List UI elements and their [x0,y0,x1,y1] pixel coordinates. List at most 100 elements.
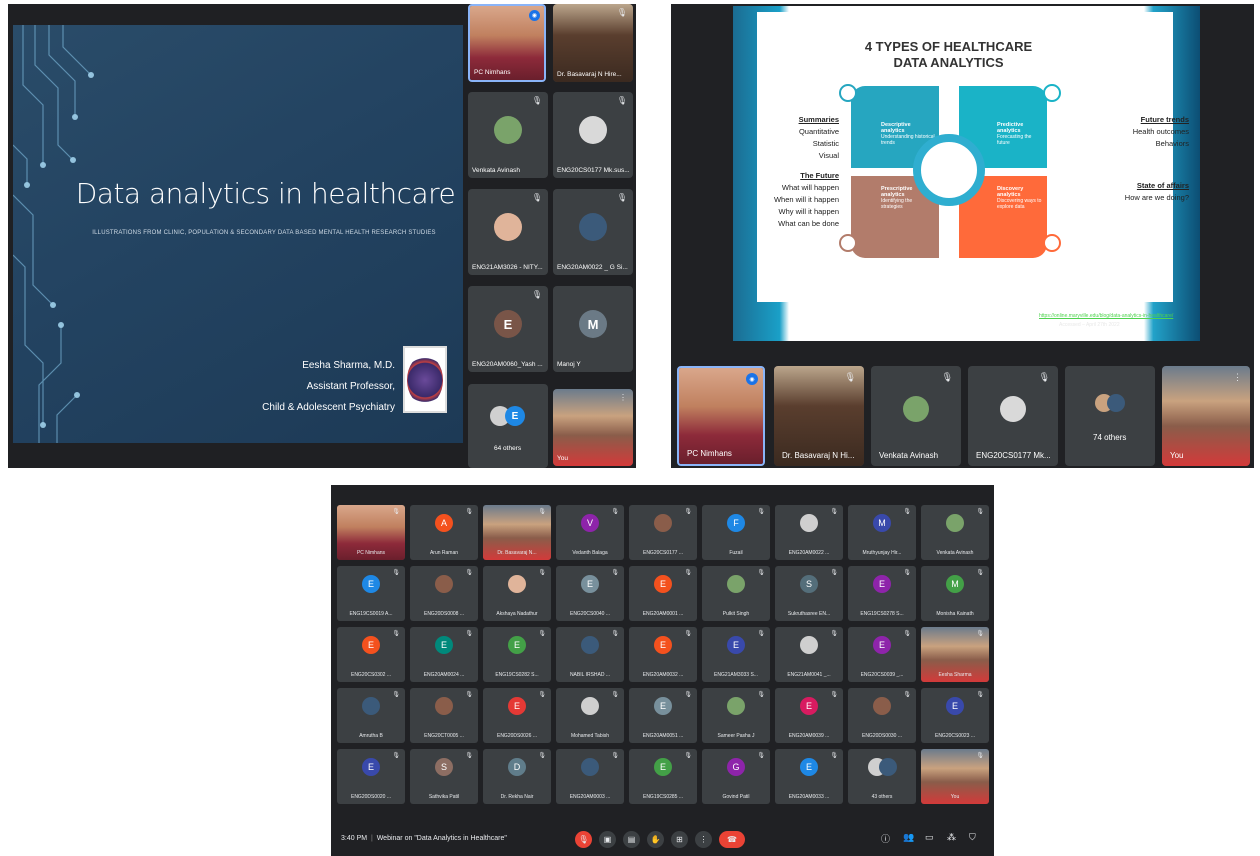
participant-tile[interactable]: 🎙 Venkata Avinash [921,505,989,560]
participant-tile[interactable]: E 🎙 ENG20CS0302 ... [337,627,405,682]
participant-tile[interactable]: ◉ PC Nimhans [677,366,765,466]
participant-tile[interactable]: 🎙 Sameer Pasha J [702,688,770,743]
participant-tile[interactable]: E 🎙 ENG19CS0019 A... [337,566,405,621]
participant-tile[interactable]: 🎙 Akshaya Nadathur [483,566,551,621]
participant-tile[interactable]: G 🎙 Govind Patil [702,749,770,804]
avatar [494,213,522,241]
participant-tile[interactable]: 🎙 Dr. Basavaraj N Hi... [774,366,864,466]
participant-tile[interactable]: ◉ PC Nimhans [468,4,546,82]
participant-name: ENG20AM0033 ... [788,794,830,800]
avatar: V [581,514,599,532]
participant-tile[interactable]: 🎙 Dr. Basavaraj N Hire... [553,4,633,82]
camera-toggle-button[interactable]: ▣ [599,831,616,848]
participant-tile[interactable]: D 🎙 Dr. Rekha Nair [483,749,551,804]
more-options-icon[interactable]: ⋮ [1233,372,1242,383]
participant-name: Venkata Avinash [472,167,520,174]
participant-name: You [950,794,960,800]
participant-name: PC Nimhans [474,69,511,76]
author-name: Eesha Sharma, M.D. [302,360,395,371]
eye-icon [1043,234,1061,252]
participant-tile[interactable]: E 🎙 ENG20AM0051 ... [629,688,697,743]
participant-name: ENG20CS0039 _... [860,672,904,678]
participant-tile[interactable]: 🎙 ENG21AM3026 - NITY... [468,189,548,275]
participant-tile[interactable]: 🎙 ENG20AM0022 _ G Si... [553,189,633,275]
participant-tile[interactable]: 🎙 ENG20AM0003 ... [556,749,624,804]
mic-off-icon: 🎙 [538,631,546,637]
participant-tile[interactable]: S 🎙 Sukruthasree EN... [775,566,843,621]
participant-tile[interactable]: V 🎙 Vedanth Balaga [556,505,624,560]
participant-tile[interactable]: 🎙 E ENG20AM0060_Yash ... [468,286,548,372]
participant-name: Amrutha B [359,733,383,739]
avatar: E [362,575,380,593]
participant-tile[interactable]: 🎙 ENG20CT0005 ... [410,688,478,743]
participant-name: Mruthyunjay Hir... [862,550,902,556]
participant-tile[interactable]: 🎙 Eesha Sharma [921,627,989,682]
info-icon[interactable]: ⓘ [881,832,890,845]
participant-tile[interactable]: 🎙 ENG20DS0030 ... [848,688,916,743]
participant-tile[interactable]: S 🎙 Sathvika Patil [410,749,478,804]
participant-tile[interactable]: E 🎙 ENG20DS0026 ... [483,688,551,743]
present-button[interactable]: ⊞ [671,831,688,848]
participant-tile[interactable]: 🎙 You [921,749,989,804]
participant-tile[interactable]: A 🎙 Arun Raman [410,505,478,560]
participant-tile[interactable]: 🎙 ENG20CS0177 Mk.sus... [553,92,633,178]
participant-tile[interactable]: 43 others [848,749,916,804]
people-icon[interactable]: 👥 [903,832,914,843]
mic-off-icon: 🎙 [684,692,692,698]
participant-tile[interactable]: 🎙 ENG20DS0008 ... [410,566,478,621]
participant-tile[interactable]: 🎙 ENG20CS0177 Mk... [968,366,1058,466]
participant-name: ENG20CS0040 ... [569,611,611,617]
participant-tile[interactable]: 🎙 PC Nimhans [337,505,405,560]
raise-hand-button[interactable]: ✋ [647,831,664,848]
participant-tile[interactable]: F 🎙 Fuzail [702,505,770,560]
participant-tile[interactable]: 🎙 Venkata Avinash [468,92,548,178]
participant-tile[interactable]: E 🎙 ENG19CS0285 ... [629,749,697,804]
participant-tile[interactable]: E 🎙 ENG20CS0039 _... [848,627,916,682]
captions-button[interactable]: ▤ [623,831,640,848]
participant-tile[interactable]: 🎙 ENG21AM0041 _... [775,627,843,682]
participant-tile[interactable]: E 🎙 ENG21AM3033 S... [702,627,770,682]
participant-tile[interactable]: 🎙 NABIL IRSHAD ... [556,627,624,682]
others-tile[interactable]: 74 others [1065,366,1155,466]
participant-tile[interactable]: E 🎙 ENG20CS0023 ... [921,688,989,743]
others-tile[interactable]: E 64 others [468,384,548,468]
self-tile[interactable]: ⋮ You [1162,366,1250,466]
participant-tile[interactable]: 🎙 Pulkit Singh [702,566,770,621]
participant-tile[interactable]: E 🎙 ENG19CS0282 S... [483,627,551,682]
host-controls-icon[interactable]: ⛉ [969,832,976,843]
participant-name: Sameer Pasha J [717,733,755,739]
others-count: 74 others [1093,433,1127,442]
leave-call-button[interactable]: ☎ [719,831,745,848]
mic-off-icon: 🎙 [531,193,542,202]
more-options-icon[interactable]: ⋮ [619,393,627,402]
participant-tile[interactable]: 🎙 Mohamed Tabish [556,688,624,743]
participant-tile[interactable]: E 🎙 ENG20DS0020 ... [337,749,405,804]
chat-icon[interactable]: ▭ [925,832,934,843]
mic-off-icon: 🎙 [611,753,619,759]
mic-off-icon: 🎙 [531,96,542,105]
participant-tile[interactable]: E 🎙 ENG20AM0032 ... [629,627,697,682]
activities-icon[interactable]: ⁂ [947,832,956,843]
participant-tile[interactable]: 🎙 Venkata Avinash [871,366,961,466]
participant-tile[interactable]: E 🎙 ENG20AM0039 ... [775,688,843,743]
participant-tile[interactable]: M Manoj Y [553,286,633,372]
participant-tile[interactable]: E 🎙 ENG19CS0278 S... [848,566,916,621]
participant-tile[interactable]: 🎙 ENG20AM0022 ... [775,505,843,560]
mic-off-icon: 🎙 [538,753,546,759]
mic-toggle-button[interactable]: 🎙 [575,831,592,848]
participant-tile[interactable]: E 🎙 ENG20AM0001 ... [629,566,697,621]
participant-tile[interactable]: 🎙 Dr. Basavaraj N... [483,505,551,560]
meeting-toolbar: 3:40 PM | Webinar on "Data Analytics in … [331,823,994,856]
slide-title: Data analytics in healthcare [75,177,456,210]
source-link[interactable]: https://online.maryville.edu/blog/data-a… [1039,313,1173,319]
mic-off-icon: 🎙 [757,631,765,637]
more-options-button[interactable]: ⋮ [695,831,712,848]
participant-tile[interactable]: M 🎙 Mruthyunjay Hir... [848,505,916,560]
self-tile[interactable]: ⋮ You [553,389,633,466]
participant-tile[interactable]: M 🎙 Monisha Kainath [921,566,989,621]
participant-tile[interactable]: E 🎙 ENG20AM0024 ... [410,627,478,682]
participant-tile[interactable]: 🎙 ENG20CS0177 ... [629,505,697,560]
participant-tile[interactable]: 🎙 Amrutha B [337,688,405,743]
participant-tile[interactable]: E 🎙 ENG20CS0040 ... [556,566,624,621]
participant-tile[interactable]: E 🎙 ENG20AM0033 ... [775,749,843,804]
